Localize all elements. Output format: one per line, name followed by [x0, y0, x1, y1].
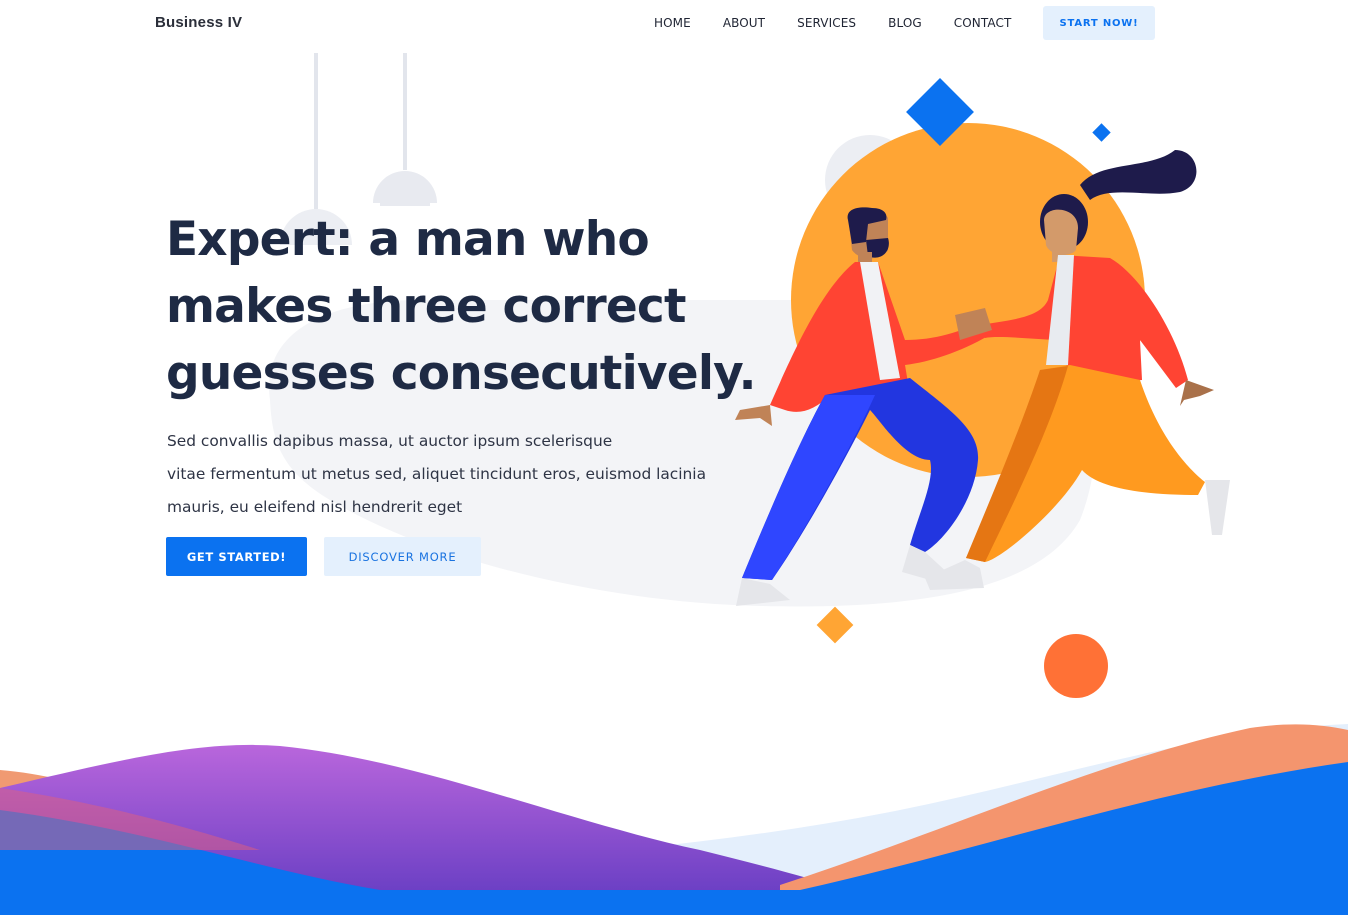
main-nav: HOME ABOUT SERVICES BLOG CONTACT [640, 16, 1027, 30]
hero-description-line: vitae fermentum ut metus sed, aliquet ti… [167, 465, 707, 483]
bottom-waves-decor [0, 724, 1348, 915]
hero-title-line: Expert: a man who [166, 212, 650, 267]
nav-item-home[interactable]: HOME [654, 16, 691, 30]
nav-item-blog[interactable]: BLOG [888, 16, 922, 30]
brand-logo[interactable]: Business IV [155, 14, 242, 31]
hero-title-line: guesses consecutively. [166, 346, 757, 401]
hero-title: Expert: a man who makes three correct gu… [166, 206, 766, 407]
hero-description-line: mauris, eu eleifend nisl hendrerit eget [167, 498, 463, 516]
landing-page: Business IV HOME ABOUT SERVICES BLOG CON… [0, 0, 1348, 915]
nav-item-services[interactable]: SERVICES [797, 16, 856, 30]
hero-description-line: Sed convallis dapibus massa, ut auctor i… [167, 432, 613, 450]
start-now-button[interactable]: START NOW! [1043, 6, 1155, 40]
hero-description: Sed convallis dapibus massa, ut auctor i… [167, 425, 767, 524]
nav-item-about[interactable]: ABOUT [723, 16, 765, 30]
hero-title-line: makes three correct [166, 279, 686, 334]
get-started-button[interactable]: GET STARTED! [166, 537, 307, 576]
nav-item-contact[interactable]: CONTACT [954, 16, 1012, 30]
discover-more-button[interactable]: DISCOVER MORE [324, 537, 481, 576]
